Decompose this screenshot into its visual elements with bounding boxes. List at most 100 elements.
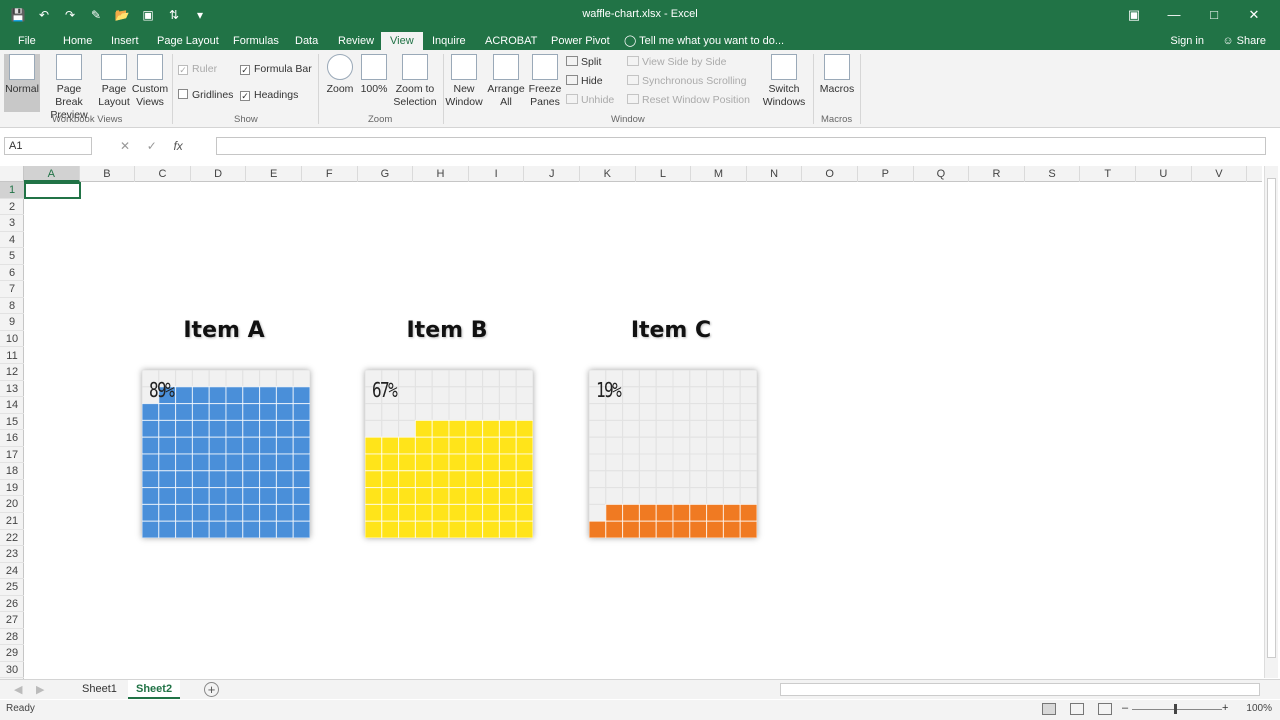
close-icon[interactable]: ✕	[1234, 4, 1274, 26]
row-header-8[interactable]: 8	[0, 298, 24, 315]
row-header-28[interactable]: 28	[0, 629, 24, 646]
zoom-out-icon[interactable]: –	[1122, 702, 1128, 714]
view-side-by-side-button[interactable]: View Side by Side	[627, 55, 726, 69]
tab-page-layout[interactable]: Page Layout	[151, 32, 225, 50]
tab-view[interactable]: View	[381, 32, 423, 50]
normal-view-icon[interactable]	[1042, 703, 1056, 715]
column-header-j[interactable]: J	[524, 166, 580, 182]
headings-checkbox[interactable]: ✓ Headings	[240, 88, 298, 102]
row-header-5[interactable]: 5	[0, 248, 24, 265]
row-header-14[interactable]: 14	[0, 397, 24, 414]
column-header-c[interactable]: C	[135, 166, 191, 182]
row-header-19[interactable]: 19	[0, 480, 24, 497]
macros-button[interactable]: Macros	[818, 54, 856, 96]
ruler-checkbox[interactable]: ✓ Ruler	[178, 62, 217, 76]
column-header-h[interactable]: H	[413, 166, 469, 182]
page-layout-button[interactable]: Page Layout	[97, 54, 131, 109]
column-header-l[interactable]: L	[636, 166, 692, 182]
scroll-tabs-right-icon[interactable]: ▶	[36, 683, 44, 696]
waffle-chart-item-a[interactable]: 89%	[142, 370, 310, 538]
page-break-view-icon[interactable]	[1098, 703, 1112, 715]
column-header-b[interactable]: B	[80, 166, 136, 182]
row-header-18[interactable]: 18	[0, 463, 24, 480]
switch-windows-button[interactable]: Switch Windows	[760, 54, 808, 109]
formula-bar-checkbox[interactable]: ✓ Formula Bar	[240, 62, 312, 76]
minimize-icon[interactable]: —	[1154, 4, 1194, 26]
column-header-r[interactable]: R	[969, 166, 1025, 182]
row-header-12[interactable]: 12	[0, 364, 24, 381]
waffle-chart-item-c[interactable]: 19%	[589, 370, 757, 538]
tell-me-search[interactable]: ◯ Tell me what you want to do...	[624, 32, 784, 50]
gridlines-checkbox[interactable]: Gridlines	[178, 88, 233, 102]
zoom-in-icon[interactable]: +	[1222, 702, 1228, 714]
column-header-i[interactable]: I	[469, 166, 525, 182]
cancel-icon[interactable]: ✕	[120, 139, 130, 153]
tab-acrobat[interactable]: ACROBAT	[479, 32, 543, 50]
row-header-30[interactable]: 30	[0, 662, 24, 679]
tab-home[interactable]: Home	[57, 32, 98, 50]
vertical-scrollbar[interactable]	[1264, 166, 1278, 678]
column-header-v[interactable]: V	[1192, 166, 1248, 182]
row-header-9[interactable]: 9	[0, 314, 24, 331]
column-header-d[interactable]: D	[191, 166, 247, 182]
row-header-16[interactable]: 16	[0, 430, 24, 447]
new-window-button[interactable]: New Window	[445, 54, 483, 109]
name-box[interactable]: A1	[4, 137, 92, 155]
row-header-13[interactable]: 13	[0, 381, 24, 398]
row-header-7[interactable]: 7	[0, 281, 24, 298]
unhide-button[interactable]: Unhide	[566, 93, 614, 107]
tab-insert[interactable]: Insert	[105, 32, 145, 50]
row-header-11[interactable]: 11	[0, 348, 24, 365]
row-header-27[interactable]: 27	[0, 612, 24, 629]
zoom-100-button[interactable]: 100%	[359, 54, 389, 96]
column-header-u[interactable]: U	[1136, 166, 1192, 182]
select-all-corner[interactable]	[0, 166, 24, 182]
zoom-slider[interactable]	[1132, 709, 1222, 710]
tab-formulas[interactable]: Formulas	[227, 32, 285, 50]
zoom-level[interactable]: 100%	[1246, 703, 1272, 714]
insert-function-icon[interactable]: fx	[173, 139, 182, 153]
column-header-s[interactable]: S	[1025, 166, 1081, 182]
row-header-21[interactable]: 21	[0, 513, 24, 530]
waffle-chart-item-b[interactable]: 67%	[365, 370, 533, 538]
column-header-t[interactable]: T	[1080, 166, 1136, 182]
arrange-all-button[interactable]: Arrange All	[486, 54, 526, 109]
horizontal-scrollbar[interactable]	[780, 683, 1260, 696]
tab-inquire[interactable]: Inquire	[426, 32, 472, 50]
sheet-tab-sheet2[interactable]: Sheet2	[128, 680, 181, 699]
hide-button[interactable]: Hide	[566, 74, 603, 88]
maximize-icon[interactable]: □	[1194, 4, 1234, 26]
row-header-29[interactable]: 29	[0, 645, 24, 662]
tab-file[interactable]: File	[12, 32, 42, 50]
enter-icon[interactable]: ✓	[147, 139, 157, 153]
row-header-15[interactable]: 15	[0, 414, 24, 431]
column-header-k[interactable]: K	[580, 166, 636, 182]
row-header-1[interactable]: 1	[0, 182, 24, 199]
row-header-24[interactable]: 24	[0, 563, 24, 580]
custom-views-button[interactable]: Custom Views	[131, 54, 169, 109]
column-header-p[interactable]: P	[858, 166, 914, 182]
column-header-o[interactable]: O	[802, 166, 858, 182]
scroll-tabs-left-icon[interactable]: ◀	[14, 683, 22, 696]
row-header-10[interactable]: 10	[0, 331, 24, 348]
column-header-e[interactable]: E	[246, 166, 302, 182]
column-header-n[interactable]: N	[747, 166, 803, 182]
row-header-26[interactable]: 26	[0, 596, 24, 613]
formula-input[interactable]	[216, 137, 1266, 155]
tab-data[interactable]: Data	[289, 32, 324, 50]
share-button[interactable]: ☺ Share	[1222, 32, 1266, 50]
row-header-25[interactable]: 25	[0, 579, 24, 596]
freeze-panes-button[interactable]: Freeze Panes	[526, 54, 564, 109]
normal-view-button[interactable]: Normal	[4, 54, 40, 112]
row-header-22[interactable]: 22	[0, 530, 24, 547]
zoom-button[interactable]: Zoom	[324, 54, 356, 96]
row-header-6[interactable]: 6	[0, 265, 24, 282]
add-sheet-icon[interactable]: +	[204, 682, 219, 697]
row-header-20[interactable]: 20	[0, 496, 24, 513]
row-header-2[interactable]: 2	[0, 199, 24, 216]
row-header-4[interactable]: 4	[0, 232, 24, 249]
reset-window-position-button[interactable]: Reset Window Position	[627, 93, 750, 107]
column-header-a[interactable]: A	[24, 166, 80, 182]
split-button[interactable]: Split	[566, 55, 601, 69]
column-header-g[interactable]: G	[358, 166, 414, 182]
